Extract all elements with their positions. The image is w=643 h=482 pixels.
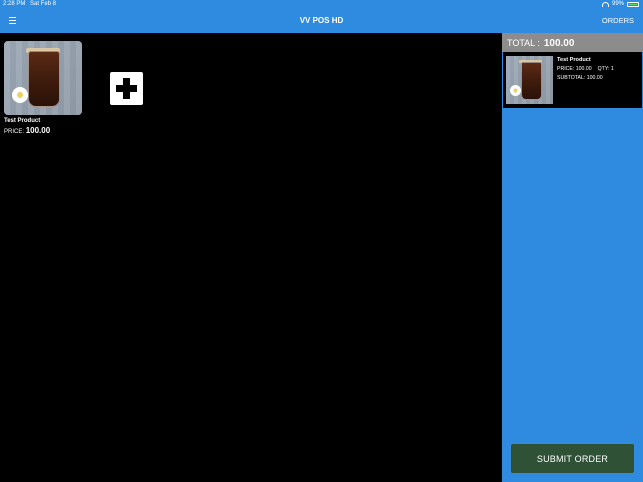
product-card[interactable]: Test Product PRICE: 100.00 [4,41,84,135]
total-bar: TOTAL :100.00 [502,33,643,52]
navigation-bar: VV POS HD ORDERS [0,9,643,33]
battery-percent: 99% [611,1,624,7]
status-time: 2:28 PM [3,1,26,7]
product-image [4,41,82,115]
submit-order-button[interactable]: SUBMIT ORDER [511,444,634,473]
cart-item-image [506,56,553,104]
product-price-value: 100.00 [25,126,51,135]
cart-item-name: Test Product [557,57,591,63]
total-label: TOTAL : [507,38,540,48]
cart-item-subtotal: SUBTOTAL: 100.00 [557,75,603,81]
cart-item-info: Test Product PRICE: 100.00 QTY: 1 SUBTOTA… [557,56,614,83]
wifi-icon [601,2,609,7]
app-title: VV POS HD [299,16,344,25]
cart-panel: TOTAL :100.00 Test Product PRICE: 100.00… [502,33,643,482]
orders-button[interactable]: ORDERS [602,9,634,33]
product-price: PRICE: 100.00 [4,126,84,135]
cart-item-price: PRICE: 100.00 [557,66,592,72]
product-name: Test Product [4,118,41,124]
status-right: 99% [601,0,639,9]
battery-fill [629,4,637,5]
add-product-button[interactable] [110,72,143,105]
total-value: 100.00 [543,38,575,49]
cart-item[interactable]: Test Product PRICE: 100.00 QTY: 1 SUBTOTA… [503,52,642,108]
product-grid: Test Product PRICE: 100.00 [0,33,502,482]
cart-item-qty: QTY: 1 [597,66,614,72]
product-price-label: PRICE: [4,129,25,135]
battery-icon [627,2,639,7]
status-date: Sat Feb 8 [30,1,57,7]
status-bar: 2:28 PM Sat Feb 8 99% [0,0,643,9]
